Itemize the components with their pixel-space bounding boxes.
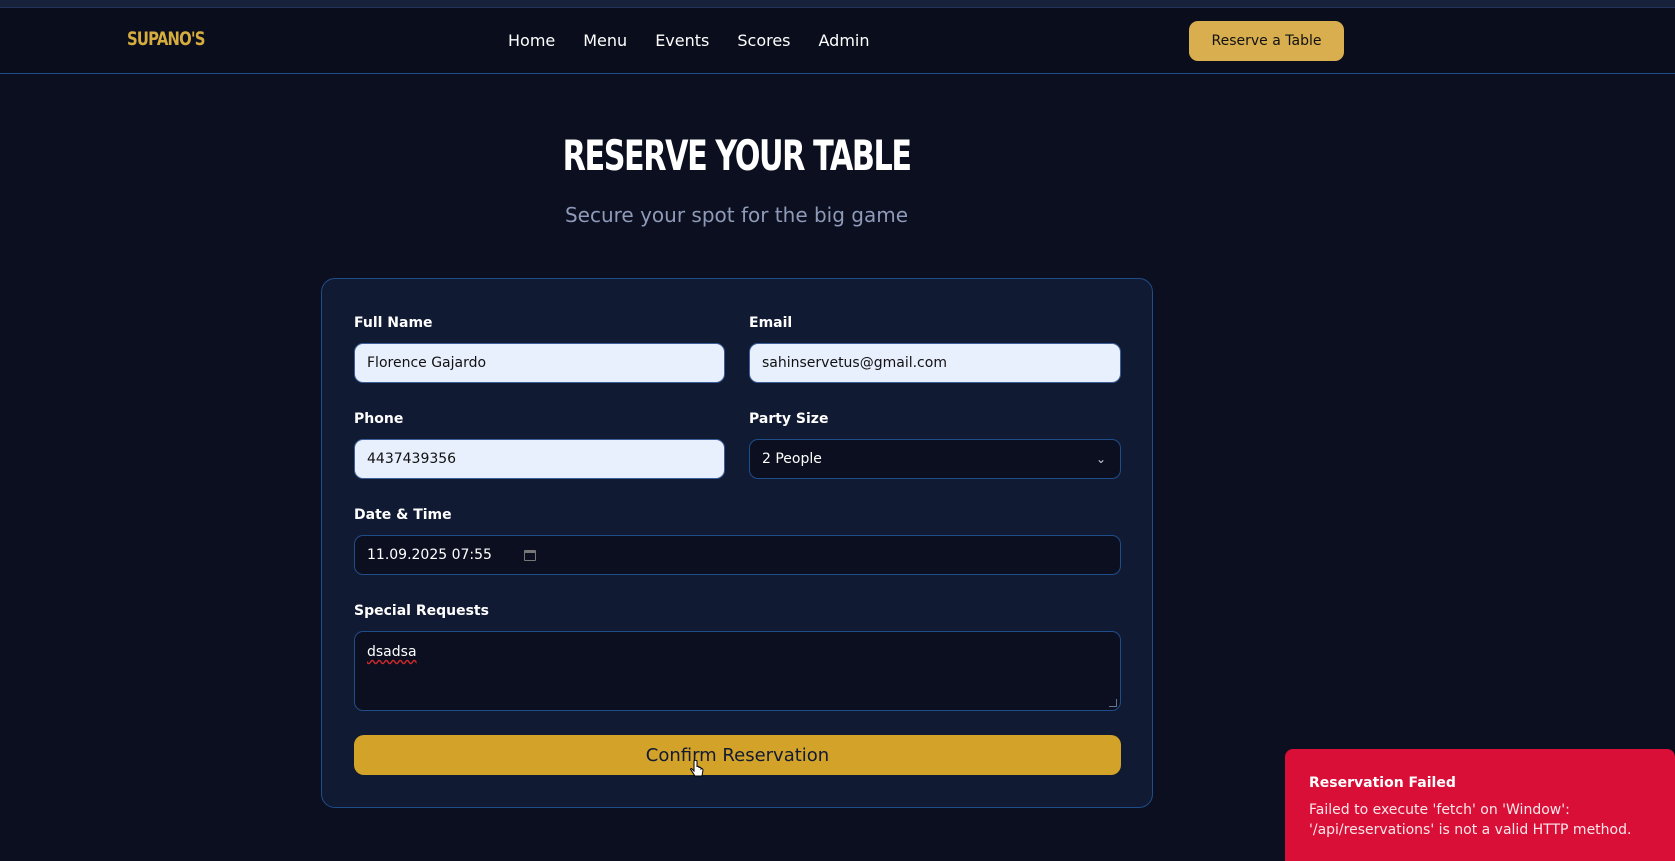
- nav-menu[interactable]: Menu: [583, 31, 627, 50]
- email-label: Email: [749, 315, 793, 331]
- page-title-text: RESERVE YOUR TABLE: [562, 131, 912, 180]
- party-size-select[interactable]: 2 People ⌄: [749, 439, 1121, 479]
- reservation-form: Full Name Florence Gajardo Email sahinse…: [321, 278, 1153, 808]
- party-size-value: 2 People: [762, 451, 822, 467]
- full-name-label: Full Name: [354, 315, 433, 331]
- full-name-value: Florence Gajardo: [367, 355, 487, 371]
- calendar-icon[interactable]: [523, 549, 536, 561]
- nav-links: Home Menu Events Scores Admin: [508, 31, 898, 50]
- top-strip: [0, 0, 1675, 8]
- phone-label: Phone: [354, 411, 404, 427]
- phone-value: 4437439356: [367, 451, 457, 467]
- party-size-label: Party Size: [749, 411, 829, 427]
- reserve-table-button[interactable]: Reserve a Table: [1189, 21, 1344, 61]
- error-toast[interactable]: Reservation Failed Failed to execute 'fe…: [1285, 749, 1675, 861]
- navbar: SUPANO'S Home Menu Events Scores Admin R…: [0, 8, 1675, 74]
- full-name-input[interactable]: Florence Gajardo: [354, 343, 725, 383]
- special-requests-textarea[interactable]: dsadsa: [354, 631, 1121, 711]
- toast-message: Failed to execute 'fetch' on 'Window': '…: [1309, 802, 1632, 838]
- nav-home[interactable]: Home: [508, 31, 555, 50]
- special-requests-value: dsadsa: [367, 644, 417, 660]
- phone-input[interactable]: 4437439356: [354, 439, 725, 479]
- email-input[interactable]: sahinservetus@gmail.com: [749, 343, 1121, 383]
- chevron-down-icon: ⌄: [1095, 452, 1106, 466]
- page-title: RESERVE YOUR TABLE: [0, 131, 1473, 180]
- nav-scores[interactable]: Scores: [737, 31, 790, 50]
- nav-admin[interactable]: Admin: [819, 31, 870, 50]
- datetime-value: 11.09.2025 07:55: [367, 547, 492, 563]
- nav-events[interactable]: Events: [655, 31, 709, 50]
- page-subtitle: Secure your spot for the big game: [564, 203, 909, 227]
- special-requests-label: Special Requests: [354, 603, 489, 619]
- logo[interactable]: SUPANO'S: [127, 28, 205, 50]
- toast-title: Reservation Failed: [1309, 775, 1456, 791]
- datetime-label: Date & Time: [354, 507, 452, 523]
- email-value: sahinservetus@gmail.com: [762, 355, 947, 371]
- confirm-reservation-button[interactable]: Confirm Reservation: [354, 735, 1121, 775]
- resize-handle-icon[interactable]: [1109, 699, 1117, 707]
- datetime-input[interactable]: 11.09.2025 07:55: [354, 535, 1121, 575]
- pointer-cursor-icon: [690, 760, 704, 777]
